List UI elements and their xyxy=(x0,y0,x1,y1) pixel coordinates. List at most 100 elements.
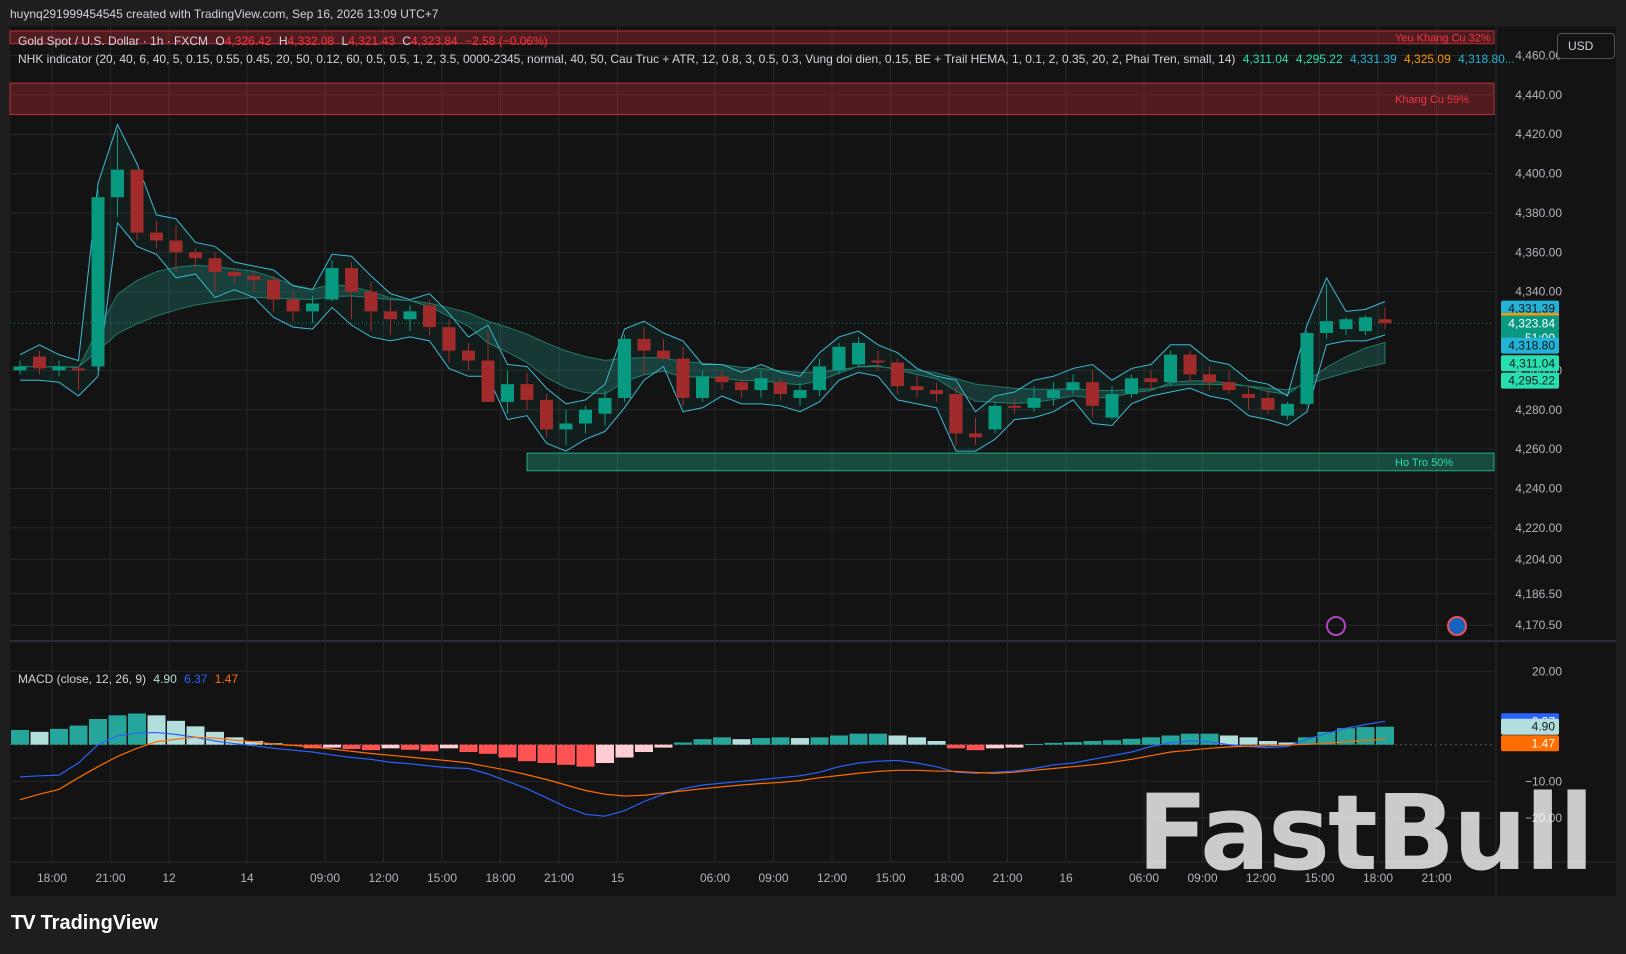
candle-body[interactable] xyxy=(325,268,339,300)
currency-button[interactable]: USD xyxy=(1557,33,1615,59)
macd-histogram-bar[interactable] xyxy=(11,730,29,745)
macd-histogram-bar[interactable] xyxy=(674,742,692,745)
candle-body[interactable] xyxy=(657,350,670,359)
macd-histogram-bar[interactable] xyxy=(537,744,556,763)
macd-histogram-bar[interactable] xyxy=(791,738,809,745)
candle-body[interactable] xyxy=(1027,397,1041,408)
candle-body[interactable] xyxy=(1183,354,1197,375)
candle-body[interactable] xyxy=(1242,394,1255,398)
candle-body[interactable] xyxy=(1261,397,1275,410)
candle-body[interactable] xyxy=(501,384,514,402)
macd-histogram-bar[interactable] xyxy=(518,744,536,762)
macd-histogram-bar[interactable] xyxy=(401,744,419,750)
candle-body[interactable] xyxy=(754,378,768,391)
macd-histogram-bar[interactable] xyxy=(342,744,361,750)
candle-body[interactable] xyxy=(1008,405,1021,408)
macd-histogram-bar[interactable] xyxy=(459,744,478,752)
candle-body[interactable] xyxy=(1125,378,1138,395)
candle-body[interactable] xyxy=(286,299,300,312)
macd-histogram-bar[interactable] xyxy=(167,720,185,745)
candle-body[interactable] xyxy=(1164,354,1177,383)
candle-body[interactable] xyxy=(189,252,202,259)
macd-histogram-bar[interactable] xyxy=(1064,742,1082,745)
candle-body[interactable] xyxy=(364,291,378,312)
candle-body[interactable] xyxy=(930,390,943,395)
candle-body[interactable] xyxy=(423,305,436,328)
candle-body[interactable] xyxy=(1359,317,1372,332)
candle-body[interactable] xyxy=(1105,394,1119,418)
macd-histogram-bar[interactable] xyxy=(1122,738,1141,745)
macd-histogram-bar[interactable] xyxy=(479,744,497,754)
macd-histogram-bar[interactable] xyxy=(752,738,770,745)
candle-body[interactable] xyxy=(1378,319,1392,324)
macd-histogram-bar[interactable] xyxy=(810,737,829,745)
macd-histogram-bar[interactable] xyxy=(1083,741,1102,745)
macd-histogram-bar[interactable] xyxy=(147,715,166,745)
candle-body[interactable] xyxy=(403,311,417,320)
macd-histogram-bar[interactable] xyxy=(1005,744,1024,748)
candle-body[interactable] xyxy=(13,366,27,371)
tradingview-brand[interactable]: TV TradingView xyxy=(11,912,158,935)
candle-body[interactable] xyxy=(1047,390,1060,398)
candle-body[interactable] xyxy=(579,409,592,424)
macd-histogram-bar[interactable] xyxy=(89,719,107,745)
macd-histogram-bar[interactable] xyxy=(596,744,614,763)
indicator-legend[interactable]: NHK indicator (20, 40, 6, 40, 5, 0.15, 0… xyxy=(18,52,1515,66)
candle-body[interactable] xyxy=(871,360,885,363)
candle-body[interactable] xyxy=(91,197,105,367)
candle-body[interactable] xyxy=(618,338,631,398)
macd-histogram-bar[interactable] xyxy=(108,715,127,745)
candle-body[interactable] xyxy=(637,338,651,351)
macd-histogram-bar[interactable] xyxy=(420,744,439,752)
macd-histogram-bar[interactable] xyxy=(498,744,517,758)
candle-body[interactable] xyxy=(247,275,261,280)
macd-histogram-bar[interactable] xyxy=(771,737,790,745)
macd-histogram-bar[interactable] xyxy=(1239,737,1258,745)
candle-body[interactable] xyxy=(891,362,904,387)
macd-histogram-bar[interactable] xyxy=(615,744,634,758)
candle-body[interactable] xyxy=(676,358,690,398)
candle-body[interactable] xyxy=(1320,321,1333,333)
macd-histogram-bar[interactable] xyxy=(986,744,1004,749)
candle-body[interactable] xyxy=(33,356,46,369)
candle-body[interactable] xyxy=(1086,382,1099,406)
candle-body[interactable] xyxy=(384,311,397,320)
candle-body[interactable] xyxy=(345,268,358,292)
us-flag-event-icon[interactable] xyxy=(1447,616,1467,636)
macd-histogram-bar[interactable] xyxy=(50,728,68,745)
macd-histogram-bar[interactable] xyxy=(323,744,341,748)
candle-body[interactable] xyxy=(559,423,573,430)
candle-body[interactable] xyxy=(72,368,85,371)
macd-histogram-bar[interactable] xyxy=(1259,741,1277,745)
macd-histogram-bar[interactable] xyxy=(654,744,673,748)
candle-body[interactable] xyxy=(813,366,826,391)
candle-body[interactable] xyxy=(130,169,144,233)
macd-histogram-bar[interactable] xyxy=(966,744,985,751)
candle-body[interactable] xyxy=(696,376,709,398)
candle-body[interactable] xyxy=(1222,382,1236,391)
macd-histogram-bar[interactable] xyxy=(1044,742,1063,745)
candle-body[interactable] xyxy=(1144,378,1158,383)
candle-body[interactable] xyxy=(306,303,319,312)
candle-body[interactable] xyxy=(267,279,280,300)
macd-histogram-bar[interactable] xyxy=(888,735,907,745)
macd-histogram-bar[interactable] xyxy=(30,731,49,745)
candle-body[interactable] xyxy=(169,240,183,253)
macd-histogram-bar[interactable] xyxy=(693,739,712,745)
macd-histogram-bar[interactable] xyxy=(362,744,380,751)
macd-histogram-bar[interactable] xyxy=(732,739,751,745)
candle-body[interactable] xyxy=(793,390,807,398)
candle-body[interactable] xyxy=(150,232,163,241)
candle-body[interactable] xyxy=(852,342,865,365)
macd-histogram-bar[interactable] xyxy=(1025,743,1043,745)
macd-histogram-bar[interactable] xyxy=(576,744,595,767)
macd-histogram-bar[interactable] xyxy=(1103,740,1121,745)
macd-histogram-bar[interactable] xyxy=(440,744,458,749)
candle-body[interactable] xyxy=(949,394,963,434)
macd-histogram-bar[interactable] xyxy=(947,744,965,749)
macd-histogram-bar[interactable] xyxy=(128,713,146,745)
macd-histogram-bar[interactable] xyxy=(830,735,848,745)
candle-body[interactable] xyxy=(540,399,553,430)
macd-histogram-bar[interactable] xyxy=(1376,726,1394,745)
candle-body[interactable] xyxy=(1203,374,1216,383)
